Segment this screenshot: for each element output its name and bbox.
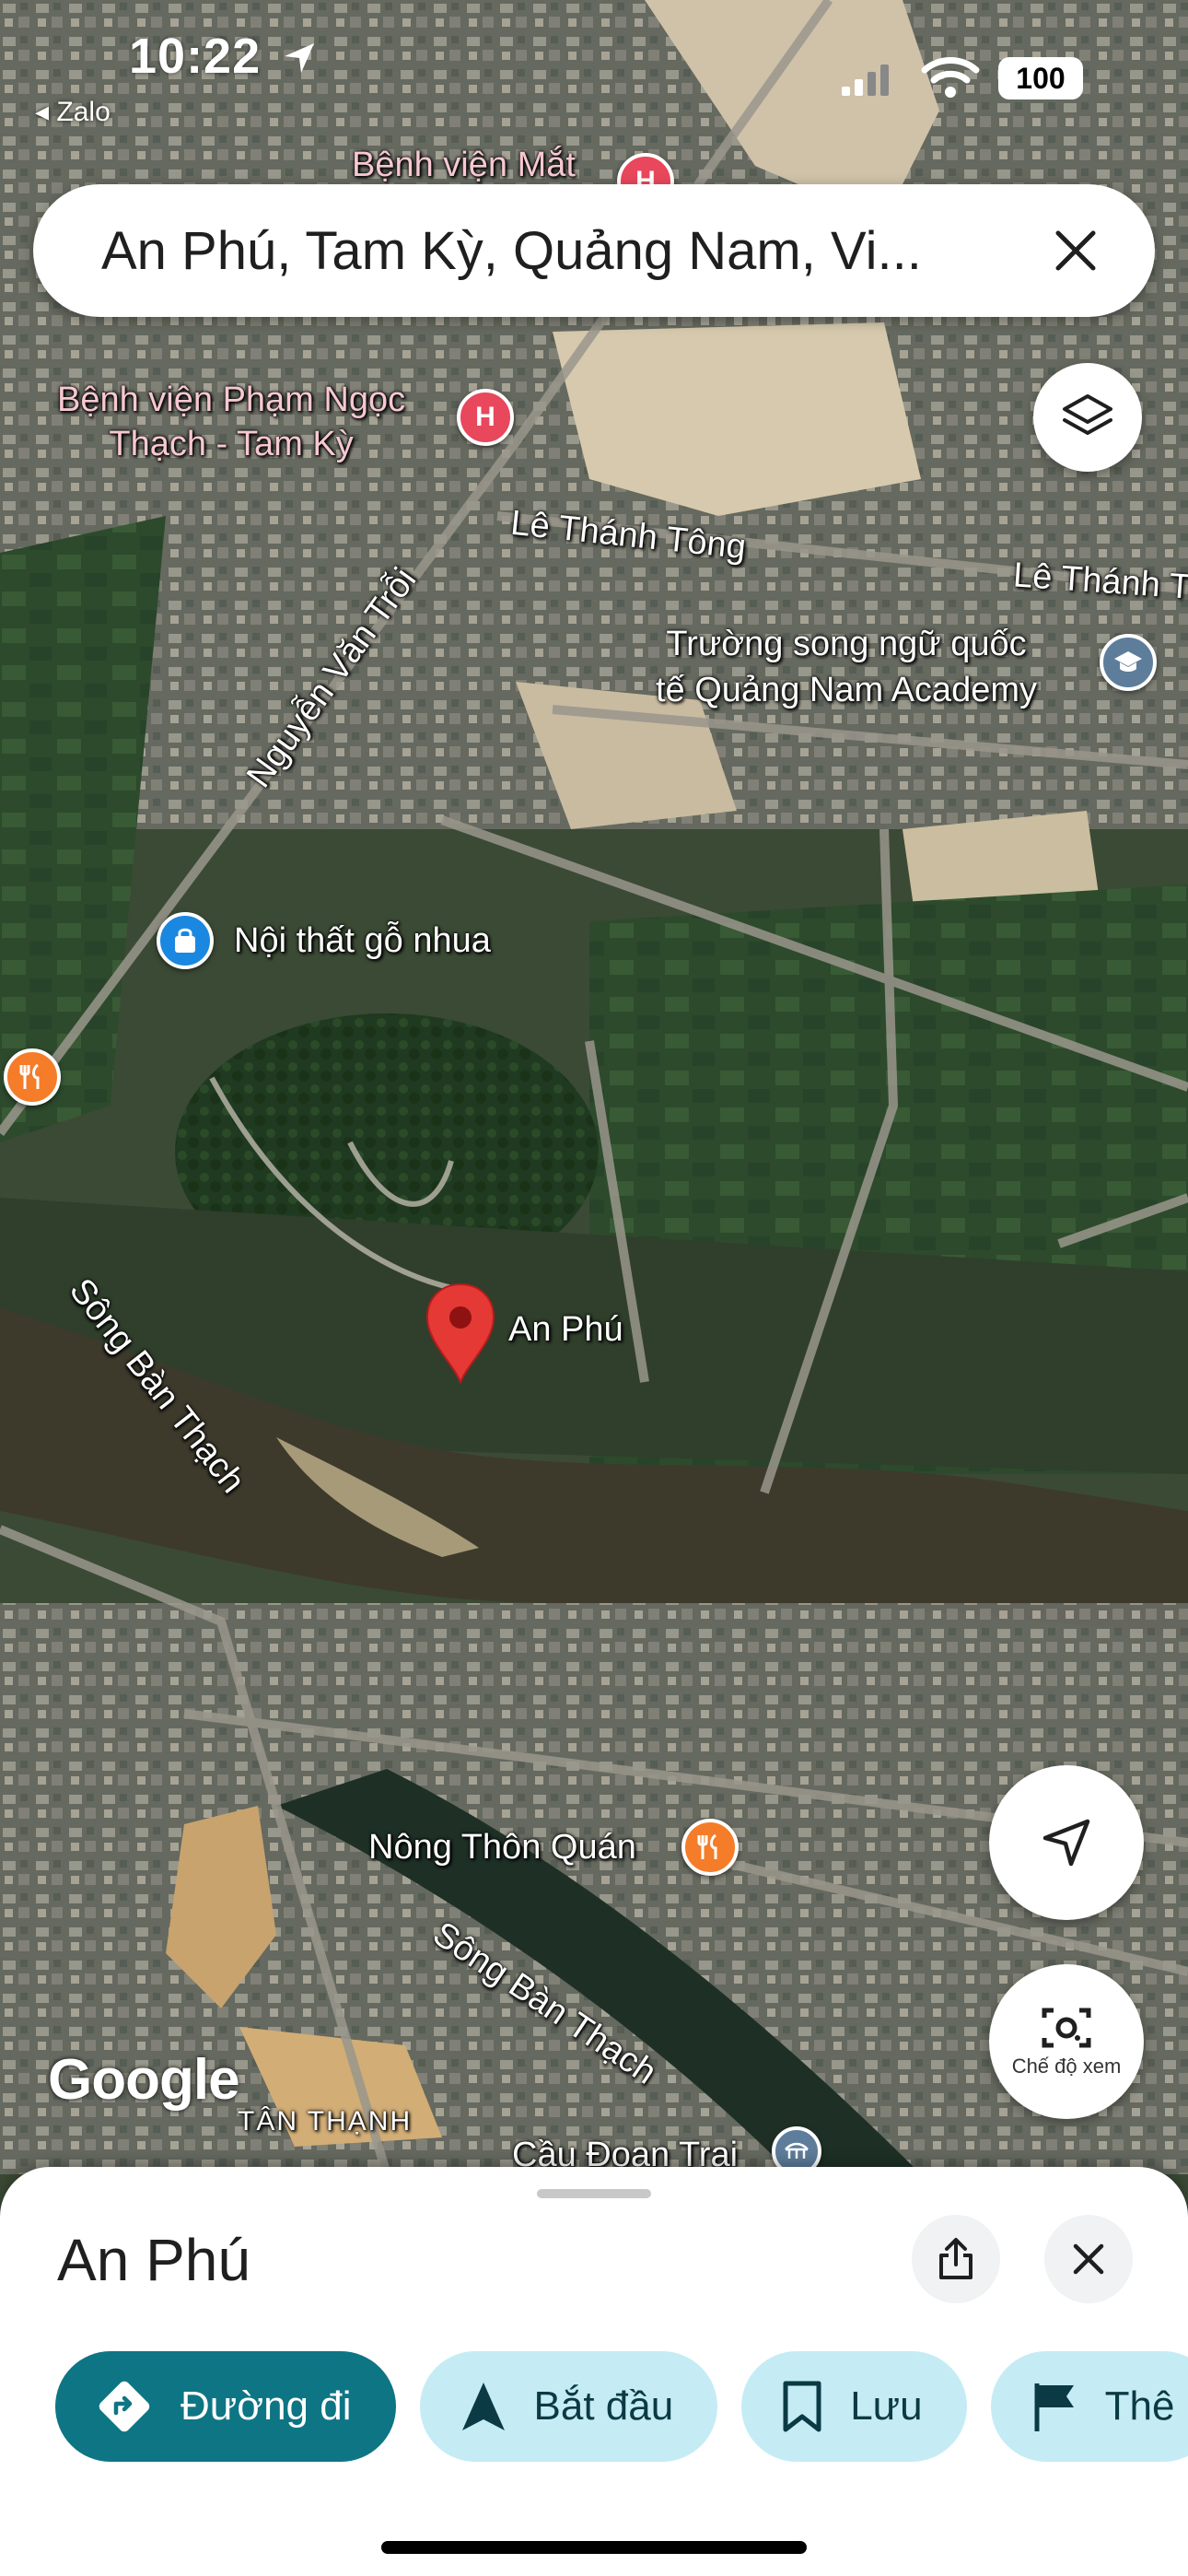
navigation-arrow-icon	[1042, 1819, 1090, 1867]
district-label: TÂN THẠNH	[238, 2106, 413, 2137]
home-indicator[interactable]	[381, 2541, 807, 2554]
map-label-hospital-mat[interactable]: Bệnh viện Mắt	[352, 146, 576, 185]
clear-search-button[interactable]	[1030, 205, 1122, 297]
school-icon[interactable]	[1100, 634, 1157, 691]
sheet-drag-handle[interactable]	[537, 2189, 651, 2198]
save-label: Lưu	[850, 2383, 923, 2429]
map-label-restaurant[interactable]: Nông Thôn Quán	[368, 1828, 636, 1868]
google-attribution: Google	[48, 2048, 240, 2112]
share-icon	[939, 2238, 973, 2279]
shopping-bag-icon[interactable]	[157, 912, 214, 969]
restaurant-icon[interactable]	[4, 1048, 61, 1106]
lens-view-label: Chế độ xem	[1011, 2055, 1122, 2078]
battery-indicator: 100	[998, 57, 1083, 100]
cellular-signal-icon	[840, 61, 895, 98]
layers-button[interactable]	[1033, 363, 1142, 472]
add-label-chip[interactable]: Thê	[990, 2351, 1188, 2462]
navigation-icon	[460, 2381, 507, 2432]
pin-label[interactable]: An Phú	[508, 1310, 623, 1350]
hospital-name-line: Bệnh viện Phạm Ngọc Thạch - Tam Kỳ	[57, 381, 406, 463]
my-location-button[interactable]	[989, 1765, 1144, 1920]
close-sheet-button[interactable]	[1044, 2215, 1133, 2303]
selected-place-pin[interactable]	[425, 1282, 495, 1385]
close-icon	[1073, 2243, 1104, 2275]
add-label-text: Thê	[1104, 2383, 1175, 2429]
action-chips: Đường đi Bắt đầu Lưu Thê	[55, 2351, 1188, 2462]
lens-view-button[interactable]: Chế độ xem	[989, 1964, 1144, 2119]
start-navigation-chip[interactable]: Bắt đầu	[419, 2351, 718, 2462]
place-title: An Phú	[57, 2227, 250, 2293]
location-arrow-icon	[285, 43, 315, 73]
camera-lens-icon	[1042, 2008, 1091, 2048]
directions-icon	[96, 2378, 153, 2435]
clock: 10:22	[129, 29, 262, 84]
status-time: 10:22	[129, 28, 318, 85]
directions-label: Đường đi	[181, 2383, 352, 2429]
map-label-hospital-pham-ngoc-thach[interactable]: Bệnh viện Phạm Ngọc Thạch - Tam Kỳ	[57, 378, 405, 466]
map-label-school[interactable]: Trường song ngữ quốc tế Quảng Nam Academ…	[656, 621, 1037, 713]
back-to-app-link[interactable]: ◂ Zalo	[35, 96, 111, 128]
close-icon	[1055, 230, 1096, 271]
map-label-store[interactable]: Nội thất gỗ nhua	[234, 921, 491, 961]
hospital-icon[interactable]: H	[457, 389, 514, 446]
share-button[interactable]	[912, 2215, 1000, 2303]
search-bar[interactable]: An Phú, Tam Kỳ, Quảng Nam, Vi...	[33, 184, 1155, 317]
wifi-icon	[921, 55, 980, 100]
start-label: Bắt đầu	[533, 2383, 674, 2429]
place-bottom-sheet[interactable]: An Phú Đường đi Bắt đầu Lưu Thê	[0, 2167, 1188, 2576]
flag-icon	[1031, 2380, 1077, 2433]
directions-chip[interactable]: Đường đi	[55, 2351, 396, 2462]
restaurant-icon[interactable]	[681, 1819, 739, 1876]
bookmark-icon	[782, 2380, 822, 2433]
save-chip[interactable]: Lưu	[741, 2351, 967, 2462]
layers-icon	[1063, 394, 1112, 435]
search-input[interactable]: An Phú, Tam Kỳ, Quảng Nam, Vi...	[101, 220, 1030, 282]
